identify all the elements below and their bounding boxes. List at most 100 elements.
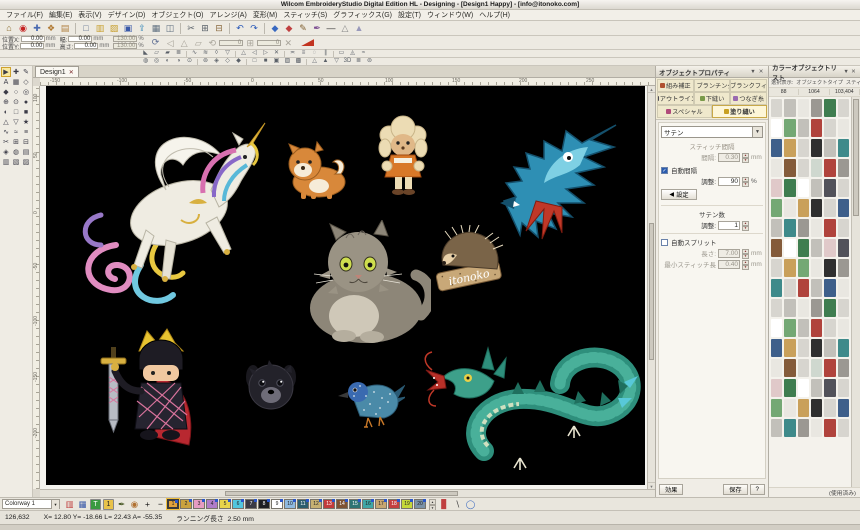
effect-tool-icon[interactable]: ⊚	[201, 58, 210, 65]
color-object-thumbnail[interactable]	[811, 299, 822, 317]
color-object-thumbnail[interactable]	[824, 219, 835, 237]
color-object-thumbnail[interactable]	[784, 339, 795, 357]
tab-design1[interactable]: Design1 ✕	[35, 66, 79, 77]
color-swatch-9[interactable]: 9	[271, 499, 283, 509]
color-object-thumbnail[interactable]	[798, 199, 809, 217]
undo-icon[interactable]: ↶	[234, 22, 246, 34]
color-object-thumbnail[interactable]	[798, 359, 809, 377]
satin-stitch-icon[interactable]: ◊	[212, 50, 221, 57]
color-object-thumbnail[interactable]	[811, 199, 822, 217]
color-object-thumbnail[interactable]	[811, 399, 822, 417]
min-stitch-input[interactable]: 0.40	[718, 260, 740, 269]
settings-button[interactable]: ◀ 設定	[661, 189, 697, 200]
stitch-tool-icon[interactable]: ▷	[261, 50, 270, 57]
wave-tool-icon[interactable]: ≈	[11, 127, 21, 137]
wedge-tool-icon[interactable]: ▽	[11, 117, 21, 127]
color-swatch-5[interactable]: 5	[219, 499, 231, 509]
design-poodle-girl[interactable]	[371, 115, 436, 200]
color-object-thumbnail[interactable]	[811, 379, 822, 397]
closed-shape-tool-icon[interactable]: ◇	[21, 77, 31, 87]
menu-item[interactable]: デザイン(D)	[105, 10, 149, 20]
spacing-input[interactable]: 0.30	[718, 153, 740, 162]
colorway-editor-icon[interactable]: ▥	[64, 499, 75, 510]
color-object-thumbnail[interactable]	[784, 119, 795, 137]
run-tool-icon[interactable]: ∿	[1, 127, 11, 137]
layout-tool-icon[interactable]: ▤	[21, 147, 31, 157]
effect-tool-icon[interactable]: □	[250, 58, 259, 65]
color-object-thumbnail[interactable]	[838, 259, 849, 277]
brush-tool-icon[interactable]: ✒	[311, 22, 323, 34]
effects-button[interactable]: 効果	[659, 484, 683, 495]
design-knight-chibi[interactable]	[91, 325, 211, 465]
color-object-thumbnail[interactable]	[784, 239, 795, 257]
paste-icon[interactable]: ⊟	[213, 22, 225, 34]
filter-label[interactable]: 選択表示:	[771, 79, 793, 86]
menu-item[interactable]: 編集(E)	[46, 10, 75, 20]
color-object-thumbnail[interactable]	[771, 239, 782, 257]
design-unicorn-pegasus[interactable]	[61, 95, 271, 310]
pan-tool-icon[interactable]: ❖	[45, 22, 57, 34]
menu-item[interactable]: ファイル(F)	[3, 10, 46, 20]
color-object-thumbnail[interactable]	[771, 419, 782, 437]
color-swatch-19[interactable]: 19	[401, 499, 413, 509]
color-swatch-6[interactable]: 6	[232, 499, 244, 509]
colorway-select[interactable]: Colorway 1 ▾	[2, 499, 60, 509]
color-object-thumbnail[interactable]	[838, 299, 849, 317]
satin-count-spinner[interactable]: ▲▼	[742, 221, 749, 230]
color-object-thumbnail[interactable]	[771, 139, 782, 157]
applique-tool-icon[interactable]: ◈	[1, 147, 11, 157]
stitch-tool-icon[interactable]: ▱	[152, 50, 161, 57]
color-object-thumbnail[interactable]	[824, 379, 835, 397]
pencil-tool-icon[interactable]: ✎	[297, 22, 309, 34]
color-object-thumbnail[interactable]	[771, 179, 782, 197]
print-icon[interactable]: ▦	[150, 22, 162, 34]
color-object-thumbnail[interactable]	[838, 279, 849, 297]
color-object-thumbnail[interactable]	[784, 139, 795, 157]
remove-color-icon[interactable]: −	[155, 499, 166, 510]
menu-item[interactable]: ウィンドウ(W)	[424, 10, 476, 20]
color-object-thumbnail[interactable]	[798, 99, 809, 117]
color-object-thumbnail[interactable]	[771, 379, 782, 397]
color-object-thumbnail[interactable]	[771, 299, 782, 317]
stumpwork-tool-icon[interactable]: ◍	[11, 147, 21, 157]
color-object-thumbnail[interactable]	[811, 119, 822, 137]
color-object-thumbnail[interactable]	[798, 379, 809, 397]
color-object-thumbnail[interactable]	[838, 379, 849, 397]
grid-tool-icon[interactable]: ⊞	[11, 137, 21, 147]
color-object-thumbnail[interactable]	[824, 99, 835, 117]
horizontal-scroll-thumb[interactable]	[225, 491, 459, 496]
help-button[interactable]: ?	[750, 484, 765, 495]
color-object-thumbnail[interactable]	[784, 99, 795, 117]
scroll-down-icon[interactable]: ▼	[648, 482, 655, 489]
tab-アウトライン[interactable]: アウトライン	[657, 92, 694, 105]
color-object-thumbnail[interactable]	[824, 319, 835, 337]
color-list-scroll-thumb[interactable]	[853, 99, 859, 216]
ellipse-tool-icon[interactable]: ○	[11, 87, 21, 97]
split-tool-icon[interactable]: ⊟	[21, 137, 31, 147]
color-object-thumbnail[interactable]	[824, 139, 835, 157]
color-object-thumbnail[interactable]	[771, 399, 782, 417]
color-object-thumbnail[interactable]	[798, 219, 809, 237]
color-swatch-18[interactable]: 18	[388, 499, 400, 509]
open-recent-icon[interactable]: ▨	[108, 22, 120, 34]
color-picker-pen-icon[interactable]: ✒	[116, 499, 127, 510]
adjust-spinner[interactable]: ▲▼	[742, 177, 749, 186]
grade-tool-icon[interactable]: ▲	[353, 22, 365, 34]
color-swatch-8[interactable]: 8	[258, 499, 270, 509]
select-tool-icon[interactable]: ▶	[1, 67, 11, 77]
color-swatch-14[interactable]: 14	[336, 499, 348, 509]
color-object-thumbnail[interactable]	[771, 159, 782, 177]
dropdown-arrow-icon[interactable]: ▼	[752, 127, 762, 137]
color-object-thumbnail[interactable]	[784, 379, 795, 397]
length-input[interactable]: 7.00	[718, 249, 740, 258]
effect-tool-icon[interactable]: ◐	[163, 58, 172, 65]
color-object-thumbnail[interactable]	[784, 299, 795, 317]
color-list-scrollbar[interactable]	[851, 97, 860, 487]
skew-icon[interactable]: ▱	[192, 37, 204, 49]
design-speckled-bird[interactable]	[336, 370, 405, 430]
color-object-thumbnail[interactable]	[824, 279, 835, 297]
tab-つなぎ糸[interactable]: つなぎ糸	[730, 92, 767, 105]
quick-access-icon[interactable]: ✚	[31, 22, 43, 34]
tab-下縫い[interactable]: 下縫い	[694, 92, 731, 105]
color-object-thumbnail[interactable]	[811, 99, 822, 117]
